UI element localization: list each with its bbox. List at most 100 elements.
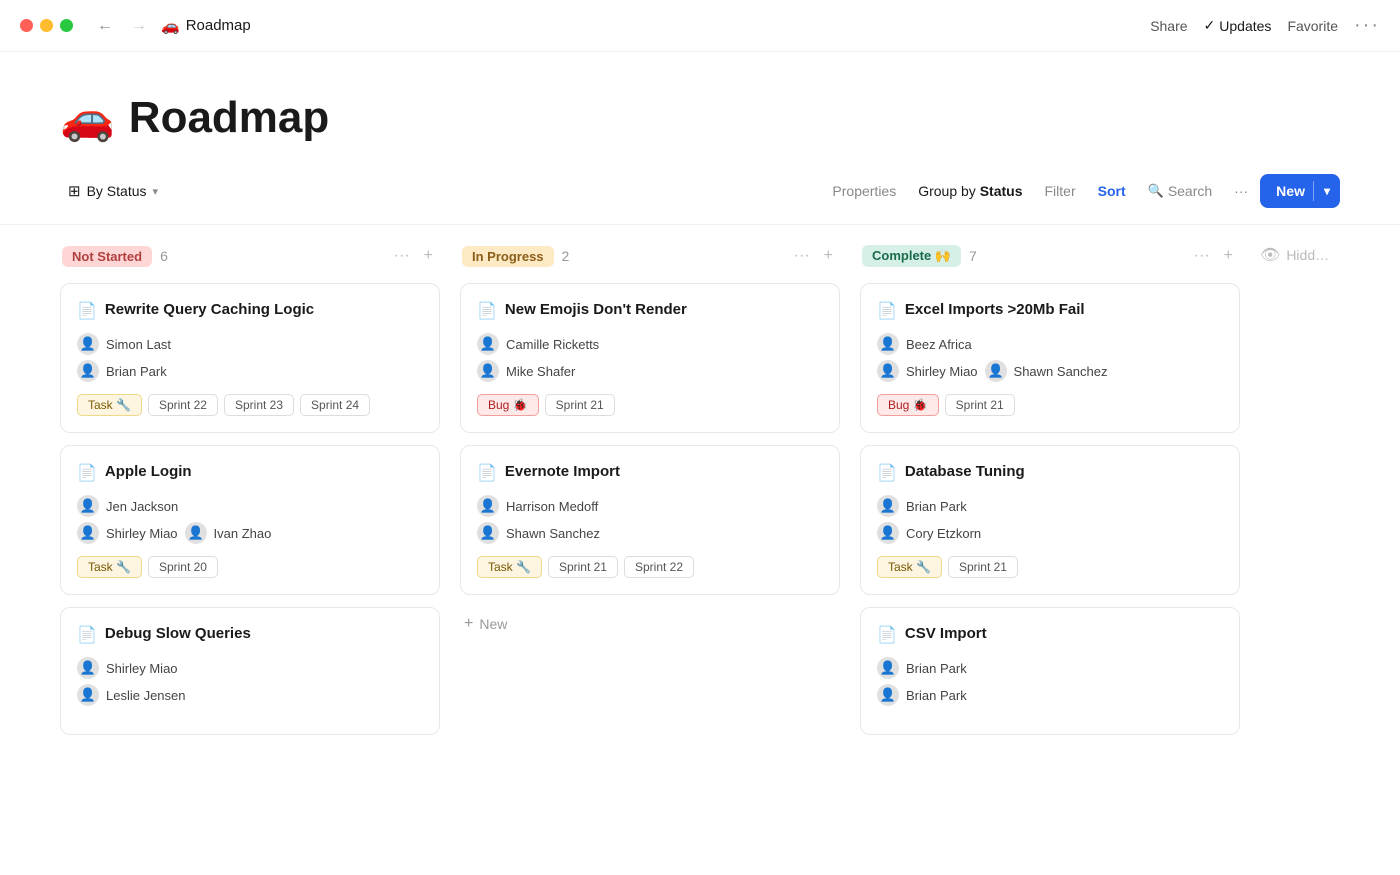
card-people: 👤Jen Jackson👤Shirley Miao👤Ivan Zhao (77, 495, 423, 544)
check-icon: ✓ (1204, 17, 1216, 34)
table-icon: ⊞ (68, 182, 81, 200)
group-by-value: Status (980, 183, 1023, 199)
person-name: Shawn Sanchez (506, 526, 600, 541)
task-card[interactable]: 📄CSV Import👤Brian Park👤Brian Park (860, 607, 1240, 735)
tag: Bug 🐞 (877, 394, 939, 416)
avatar: 👤 (77, 684, 99, 706)
tag: Task 🔧 (877, 556, 942, 578)
person-row: 👤 Beez Africa (877, 333, 1223, 355)
column-header-complete: Complete 🙌7···+ (860, 245, 1240, 267)
card-people: 👤Brian Park👤Cory Etzkorn (877, 495, 1223, 544)
properties-button[interactable]: Properties (822, 178, 906, 204)
person-row: 👤Cory Etzkorn (877, 522, 1223, 544)
sprint-tag: Sprint 23 (224, 394, 294, 416)
new-card-button[interactable]: +New (460, 607, 840, 641)
avatar: 👤 (877, 657, 899, 679)
page-breadcrumb-name: Roadmap (186, 17, 251, 34)
page-title: 🚗 Roadmap (60, 92, 1340, 144)
status-badge: Not Started (62, 246, 152, 267)
search-button[interactable]: 🔍 Search (1138, 178, 1223, 204)
card-tags: Task 🔧Sprint 21Sprint 22 (477, 556, 823, 578)
task-card[interactable]: 📄Rewrite Query Caching Logic👤Simon Last👤… (60, 283, 440, 433)
filter-button[interactable]: Filter (1035, 178, 1086, 204)
avatar: 👤 (877, 360, 899, 382)
avatar: 👤 (77, 333, 99, 355)
favorite-button[interactable]: Favorite (1287, 18, 1338, 34)
column-more-button[interactable]: ··· (789, 245, 815, 267)
card-title: Apple Login (105, 462, 192, 482)
card-title: Database Tuning (905, 462, 1025, 482)
column-more-button[interactable]: ··· (1189, 245, 1215, 267)
hidden-icon: 👁 (1260, 245, 1280, 265)
task-card[interactable]: 📄Debug Slow Queries👤Shirley Miao👤Leslie … (60, 607, 440, 735)
tag: Task 🔧 (77, 394, 142, 416)
sort-button[interactable]: Sort (1088, 178, 1136, 204)
sprint-tag: Sprint 21 (948, 556, 1018, 578)
avatar: 👤 (877, 333, 899, 355)
column-more-button[interactable]: ··· (389, 245, 415, 267)
page-emoji-icon: 🚗 (161, 17, 180, 35)
more-toolbar-button[interactable]: ··· (1224, 178, 1258, 204)
task-card[interactable]: 📄New Emojis Don't Render👤Camille Rickett… (460, 283, 840, 433)
document-icon: 📄 (877, 463, 897, 483)
person-name: Harrison Medoff (506, 499, 598, 514)
group-by-button[interactable]: Group by Status (908, 178, 1032, 204)
avatar: 👤 (77, 657, 99, 679)
column-hidden: 👁Hidd… (1260, 245, 1360, 265)
maximize-button[interactable] (60, 19, 73, 32)
share-button[interactable]: Share (1150, 18, 1187, 34)
new-btn-chevron-icon[interactable]: ▾ (1314, 184, 1340, 198)
person-name: Ivan Zhao (214, 526, 272, 541)
sprint-tag: Sprint 21 (545, 394, 615, 416)
page-title-icon: 🚗 (60, 92, 115, 144)
avatar: 👤 (77, 495, 99, 517)
card-title: Excel Imports >20Mb Fail (905, 300, 1085, 320)
hidden-label: 👁Hidd… (1260, 245, 1360, 265)
person-name: Brian Park (906, 688, 967, 703)
new-card-label: New (479, 616, 507, 632)
new-button[interactable]: New ▾ (1260, 174, 1340, 208)
more-options-button[interactable]: ··· (1354, 14, 1380, 37)
task-card[interactable]: 📄Excel Imports >20Mb Fail👤Beez Africa👤Sh… (860, 283, 1240, 433)
updates-button[interactable]: ✓ Updates (1204, 17, 1272, 34)
person-name: Shirley Miao (906, 364, 978, 379)
card-title-row: 📄Apple Login (77, 462, 423, 483)
view-selector-button[interactable]: ⊞ By Status ▾ (60, 177, 166, 205)
column-complete: Complete 🙌7···+ 📄 Excel Imports >20Mb Fail… (860, 245, 1240, 747)
toolbar-left: ⊞ By Status ▾ (60, 177, 166, 205)
person-row: 👤Camille Ricketts (477, 333, 823, 355)
card-people: 👤Brian Park👤Brian Park (877, 657, 1223, 706)
person-row: 👤Jen Jackson (77, 495, 423, 517)
column-not-started: Not Started 6 ···+ 📄Rewrite Query Caching L… (60, 245, 440, 747)
avatar: 👤 (877, 495, 899, 517)
person-name: Brian Park (106, 364, 167, 379)
person-row: 👤Shawn Sanchez (477, 522, 823, 544)
task-card[interactable]: 📄Evernote Import👤Harrison Medoff👤Shawn S… (460, 445, 840, 595)
column-add-button[interactable]: + (1219, 245, 1238, 267)
column-add-button[interactable]: + (419, 245, 438, 267)
close-button[interactable] (20, 19, 33, 32)
card-title-row: 📄Evernote Import (477, 462, 823, 483)
back-button[interactable]: ← (93, 15, 117, 37)
task-card[interactable]: 📄 Database Tuning 👤Brian Park👤Cory Etzkorn… (860, 445, 1240, 595)
person-name: Beez Africa (906, 337, 972, 352)
board: Not Started6···+📄Rewrite Query Caching L… (0, 225, 1400, 767)
column-add-button[interactable]: + (819, 245, 838, 267)
column-count: 6 (160, 248, 168, 264)
avatar: 👤 (477, 360, 499, 382)
card-title: Debug Slow Queries (105, 624, 251, 644)
person-name: Simon Last (106, 337, 171, 352)
avatar: 👤 (185, 522, 207, 544)
person-name: Leslie Jensen (106, 688, 186, 703)
card-title: CSV Import (905, 624, 987, 644)
column-actions: ···+ (789, 245, 838, 267)
sprint-tag: Sprint 21 (945, 394, 1015, 416)
card-tags: Bug 🐞Sprint 21 (477, 394, 823, 416)
column-header-in-progress: In Progress2···+ (460, 245, 840, 267)
task-card[interactable]: 📄Apple Login👤Jen Jackson👤Shirley Miao👤Iv… (60, 445, 440, 595)
forward-button[interactable]: → (127, 15, 151, 37)
avatar: 👤 (77, 522, 99, 544)
new-button-label: New (1276, 183, 1313, 199)
minimize-button[interactable] (40, 19, 53, 32)
card-title-row: 📄Rewrite Query Caching Logic (77, 300, 423, 321)
